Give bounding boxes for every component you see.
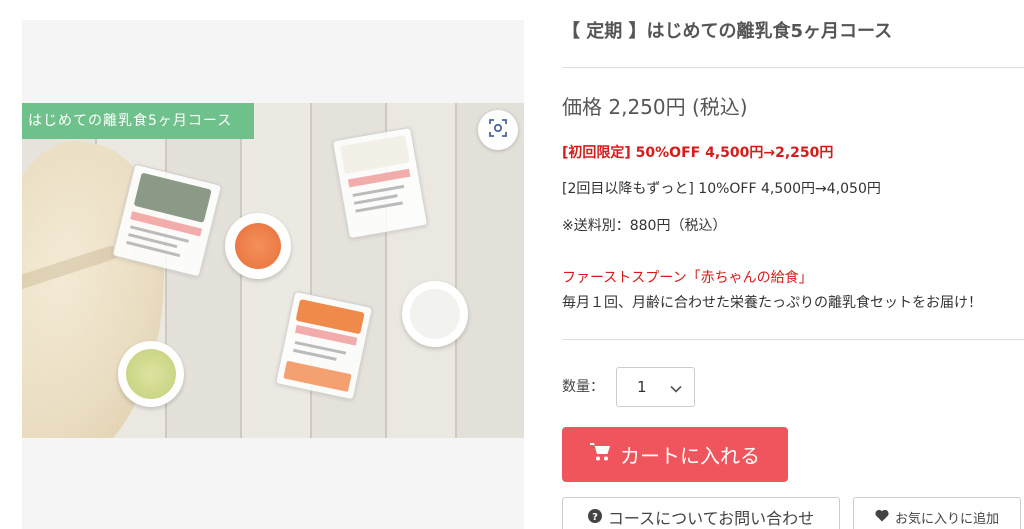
- dish-porridge: [402, 281, 468, 347]
- zoom-button[interactable]: [478, 110, 518, 150]
- chevron-down-icon: [669, 381, 683, 400]
- quantity-label: 数量：: [562, 379, 604, 395]
- inquiry-button[interactable]: ? コースについてお問い合わせ: [562, 497, 840, 529]
- cart-icon: [590, 442, 612, 467]
- product-description: 毎月１回、月齢に合わせた栄養たっぷりの離乳食セットをお届け！: [562, 295, 982, 311]
- product-info: 【 定期 】はじめての離乳食5ヶ月コース 価格 2,250円 (税込) [初回限…: [562, 0, 1024, 529]
- svg-text:?: ?: [592, 512, 598, 523]
- question-circle-icon: ?: [587, 508, 602, 527]
- price: 価格 2,250円 (税込): [562, 95, 748, 119]
- quantity-select[interactable]: 1: [616, 367, 695, 407]
- favorite-button[interactable]: お気に入りに追加: [853, 497, 1021, 529]
- food-pack-white: [331, 126, 429, 240]
- quantity-value: 1: [637, 378, 647, 396]
- subsequent-offer: [2回目以降もずっと] 10%OFF 4,500円→4,050円: [562, 181, 881, 197]
- add-to-cart-label: カートに入れる: [620, 444, 760, 468]
- product-page: はじめての離乳食5ヶ月コース 【 定期 】はじめての離乳食5ヶ月コース 価格 2…: [0, 0, 1024, 529]
- favorite-label: お気に入りに追加: [894, 511, 999, 527]
- heart-icon: [875, 509, 889, 526]
- zoom-icon: [488, 118, 508, 142]
- dish-vegetable-puree: [118, 341, 184, 407]
- inquiry-label: コースについてお問い合わせ: [607, 509, 815, 528]
- divider: [562, 339, 1024, 340]
- dish-salmon: [225, 213, 291, 279]
- shipping-note: ※送料別：880円（税込）: [562, 218, 727, 234]
- brand-line: ファーストスプーン「赤ちゃんの給食」: [562, 270, 813, 286]
- product-title: 【 定期 】はじめての離乳食5ヶ月コース: [562, 21, 893, 42]
- product-photo[interactable]: [22, 103, 524, 438]
- first-time-offer: [初回限定] 50%OFF 4,500円→2,250円: [562, 145, 834, 161]
- image-banner: はじめての離乳食5ヶ月コース: [22, 103, 254, 139]
- divider: [562, 67, 1024, 68]
- add-to-cart-button[interactable]: カートに入れる: [562, 427, 788, 482]
